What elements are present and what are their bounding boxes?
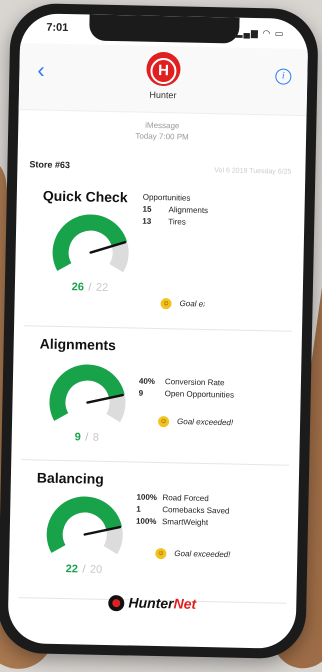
report-date: Vol 6 2019 Tuesday 6/25 (214, 167, 292, 176)
stat-value: 100% (135, 516, 157, 527)
smiley-icon: ☺ (160, 298, 172, 310)
stat-label: Tires (168, 217, 186, 227)
goal-status: ☺ Goal exceeded! (155, 547, 231, 561)
smiley-icon: ☺ (157, 416, 170, 428)
stat-row: 13 Tires (142, 216, 298, 231)
brand-name-a: Hunter (128, 594, 174, 612)
goal-text: Goal exceeded! (177, 417, 234, 428)
info-icon[interactable]: i (275, 68, 292, 85)
stat-value: 1 (136, 504, 141, 514)
gauge: 9 / 8 (49, 364, 126, 444)
goal-text: Goal exceeded! (174, 549, 231, 560)
stat-value: 15 (142, 204, 152, 214)
gauge-value: 9 (75, 431, 81, 443)
stat-label: Conversion Rate (164, 377, 225, 388)
status-bar: 7:01 ▂▄▆ ◠ ▭ (46, 22, 284, 43)
gauge-fill (52, 214, 128, 271)
gauge-value: 26 (72, 281, 84, 293)
stat-value: 40% (138, 376, 156, 386)
divider (24, 325, 293, 332)
brand-name-b: Net (173, 595, 197, 612)
hunter-logo-icon: H (150, 57, 177, 85)
gauge-target: 20 (90, 564, 102, 576)
stat-row: 9 Open Opportunities (139, 388, 295, 403)
gauge: 22 / 20 (46, 496, 123, 576)
stat-label: Comebacks Saved (162, 505, 230, 516)
section-stats: 40% Conversion Rate 9 Open Opportunities (139, 376, 295, 403)
contact-avatar[interactable]: H (146, 51, 181, 87)
gauge-value: 22 (66, 563, 78, 575)
phone-screen: 7:01 ▂▄▆ ◠ ▭ ‹ H Hunter i iMessage Today… (7, 13, 309, 649)
gauge-separator: / (82, 563, 86, 575)
goal-status: ☺ Goal exceeded! (157, 416, 234, 429)
message-header: ‹ H Hunter i (18, 43, 308, 117)
section-title: Quick Check (42, 187, 128, 206)
stat-value: 13 (142, 216, 152, 226)
status-icons: ▂▄▆ ◠ ▭ (235, 27, 285, 39)
gauge-separator: / (88, 282, 92, 294)
contact-name[interactable]: Hunter (19, 87, 307, 103)
section-stats: 100% Road Forced 1 Comebacks Saved 100% Sma… (136, 492, 293, 531)
stat-label: SmartWeight (161, 517, 209, 528)
store-label: Store #63 (29, 159, 71, 171)
message-meta: iMessage Today 7:00 PM (18, 117, 306, 145)
stat-value: 100% (136, 492, 158, 503)
huntenet-logo: HunterNet (8, 592, 296, 615)
stat-label: Alignments (168, 205, 209, 216)
gauge-target: 22 (96, 282, 108, 294)
section-title: Alignments (39, 335, 117, 354)
section-balancing: Balancing 22 / 20 100% Road Forced 1 Comeb… (17, 469, 293, 595)
status-time: 7:01 (46, 21, 69, 35)
stat-row: 100% SmartWeight (136, 516, 292, 531)
blank-area (204, 268, 298, 315)
stat-label: Open Opportunities (164, 389, 235, 400)
gauge: 26 / 22 (52, 214, 129, 294)
divider (21, 459, 290, 466)
stat-value: 9 (138, 388, 144, 398)
section-alignments: Alignments 9 / 8 40% Conversion Rate 9 Ope… (19, 335, 295, 459)
back-icon[interactable]: ‹ (37, 57, 45, 83)
phone-frame: 7:01 ▂▄▆ ◠ ▭ ‹ H Hunter i iMessage Today… (0, 2, 319, 660)
smiley-icon: ☺ (155, 547, 167, 560)
gauge-target: 8 (93, 432, 99, 444)
stat-label: Road Forced (162, 493, 209, 504)
gauge-separator: / (85, 432, 89, 444)
section-title: Balancing (36, 469, 104, 487)
huntenet-logo-icon (108, 595, 125, 612)
section-stats: Opportunities 15 Alignments 13 Tires (142, 192, 299, 231)
